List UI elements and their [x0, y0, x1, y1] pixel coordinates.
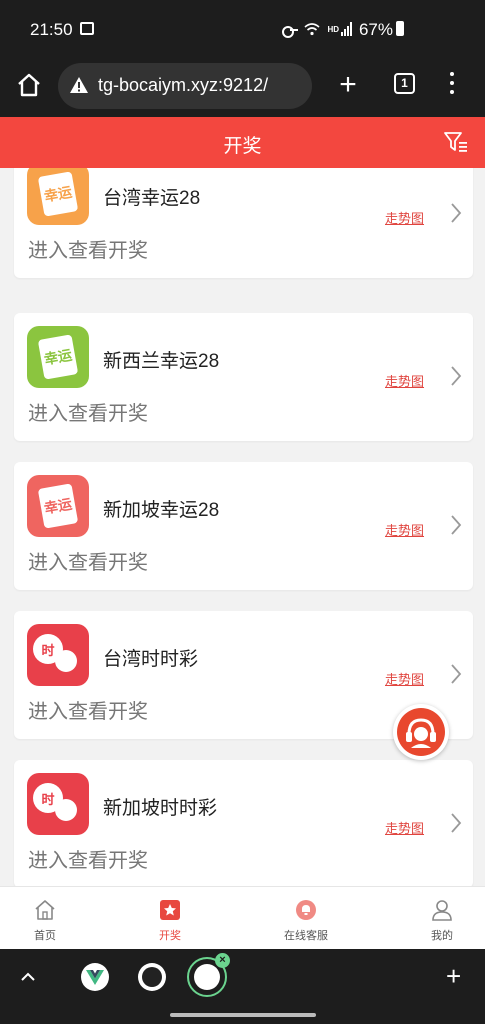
icon-text: 幸运 — [42, 346, 74, 368]
chevron-right-icon — [451, 813, 462, 833]
lottery-card[interactable]: 时 新加坡时时彩 进入查看开奖 走势图 — [14, 760, 473, 886]
ball-icon: 时 — [27, 624, 89, 686]
home-icon[interactable] — [14, 70, 44, 100]
ball-icon: 时 — [27, 773, 89, 835]
lottery-list: 幸运 台湾幸运28 进入查看开奖 走势图 幸运 新西兰幸运28 进入查看开奖 走… — [0, 168, 485, 886]
warning-icon[interactable] — [69, 76, 89, 94]
chevron-right-icon — [451, 203, 462, 223]
lottery-subtitle: 进入查看开奖 — [28, 850, 148, 872]
lottery-subtitle: 进入查看开奖 — [28, 403, 148, 425]
nav-item-profile[interactable]: 我的 — [397, 887, 485, 950]
add-icon[interactable]: + — [446, 963, 461, 989]
chevron-right-icon — [451, 664, 462, 684]
trend-chart-link[interactable]: 走势图 — [385, 669, 424, 688]
lottery-name: 台湾幸运28 — [103, 188, 201, 209]
ticket-icon: 幸运 — [27, 326, 89, 388]
status-bar: 21:50 HD 67% — [0, 0, 485, 58]
browser-bubble[interactable] — [138, 963, 166, 991]
trend-chart-link[interactable]: 走势图 — [385, 208, 424, 227]
icon-text: 幸运 — [42, 495, 74, 517]
tab-switcher-button[interactable]: 1 — [394, 73, 415, 94]
lottery-subtitle: 进入查看开奖 — [28, 240, 148, 262]
nav-item-lottery[interactable]: 开奖 — [125, 887, 215, 950]
battery-icon — [396, 21, 404, 36]
signal-icon — [341, 22, 352, 36]
address-bar[interactable]: tg-bocaiym.xyz:9212/ — [58, 63, 312, 109]
bottom-nav: 首页 开奖 在线客服 我的 — [0, 886, 485, 949]
user-icon — [432, 900, 452, 921]
chevron-right-icon — [451, 515, 462, 535]
home-icon — [35, 900, 55, 920]
close-icon[interactable]: × — [215, 953, 230, 968]
nav-item-home[interactable]: 首页 — [0, 887, 90, 950]
filter-icon[interactable] — [443, 130, 469, 154]
icon-text: 幸运 — [42, 183, 74, 205]
globe-icon — [194, 964, 220, 990]
app-header: 开奖 — [0, 117, 485, 168]
lottery-subtitle: 进入查看开奖 — [28, 701, 148, 723]
browser-toolbar: tg-bocaiym.xyz:9212/ + 1 — [0, 58, 485, 117]
nav-label: 开奖 — [159, 930, 181, 942]
globe-icon — [142, 967, 162, 987]
nav-label: 首页 — [34, 930, 56, 942]
chevron-up-icon[interactable] — [20, 969, 36, 985]
lottery-card[interactable]: 幸运 新加坡幸运28 进入查看开奖 走势图 — [14, 462, 473, 590]
ticket-icon: 幸运 — [27, 168, 89, 225]
trend-chart-link[interactable]: 走势图 — [385, 371, 424, 390]
lottery-name: 新西兰幸运28 — [103, 351, 220, 372]
key-icon — [282, 26, 298, 38]
icon-text: 时 — [41, 791, 55, 807]
network-type: HD — [327, 25, 339, 34]
lottery-card[interactable]: 幸运 台湾幸运28 进入查看开奖 走势图 — [14, 168, 473, 278]
new-tab-button[interactable]: + — [336, 70, 360, 100]
nav-label: 我的 — [431, 930, 453, 942]
wifi-icon — [304, 23, 320, 36]
vue-app-bubble[interactable] — [81, 963, 109, 991]
status-time: 21:50 — [30, 20, 73, 39]
url-text[interactable]: tg-bocaiym.xyz:9212/ — [98, 75, 308, 96]
ticket-icon: 幸运 — [27, 475, 89, 537]
lottery-name: 新加坡幸运28 — [103, 500, 220, 521]
system-bar: × + — [0, 949, 485, 1024]
icon-text: 时 — [41, 642, 55, 658]
lottery-card[interactable]: 幸运 新西兰幸运28 进入查看开奖 走势图 — [14, 313, 473, 441]
battery-percent: 67% — [358, 20, 393, 39]
headset-icon — [397, 708, 445, 756]
lottery-icon — [160, 900, 180, 920]
customer-service-button[interactable] — [393, 704, 449, 760]
more-menu-icon[interactable] — [449, 72, 455, 96]
trend-chart-link[interactable]: 走势图 — [385, 520, 424, 539]
gallery-icon — [80, 22, 94, 35]
lottery-subtitle: 进入查看开奖 — [28, 552, 148, 574]
lottery-name: 台湾时时彩 — [103, 649, 199, 670]
chevron-right-icon — [451, 366, 462, 386]
nav-item-support[interactable]: 在线客服 — [261, 887, 351, 950]
support-icon — [296, 900, 316, 920]
lottery-name: 新加坡时时彩 — [103, 798, 218, 819]
page-title: 开奖 — [223, 136, 262, 157]
vue-icon — [86, 970, 104, 985]
gesture-handle[interactable] — [170, 1013, 316, 1017]
trend-chart-link[interactable]: 走势图 — [385, 818, 424, 837]
nav-label: 在线客服 — [284, 930, 328, 942]
